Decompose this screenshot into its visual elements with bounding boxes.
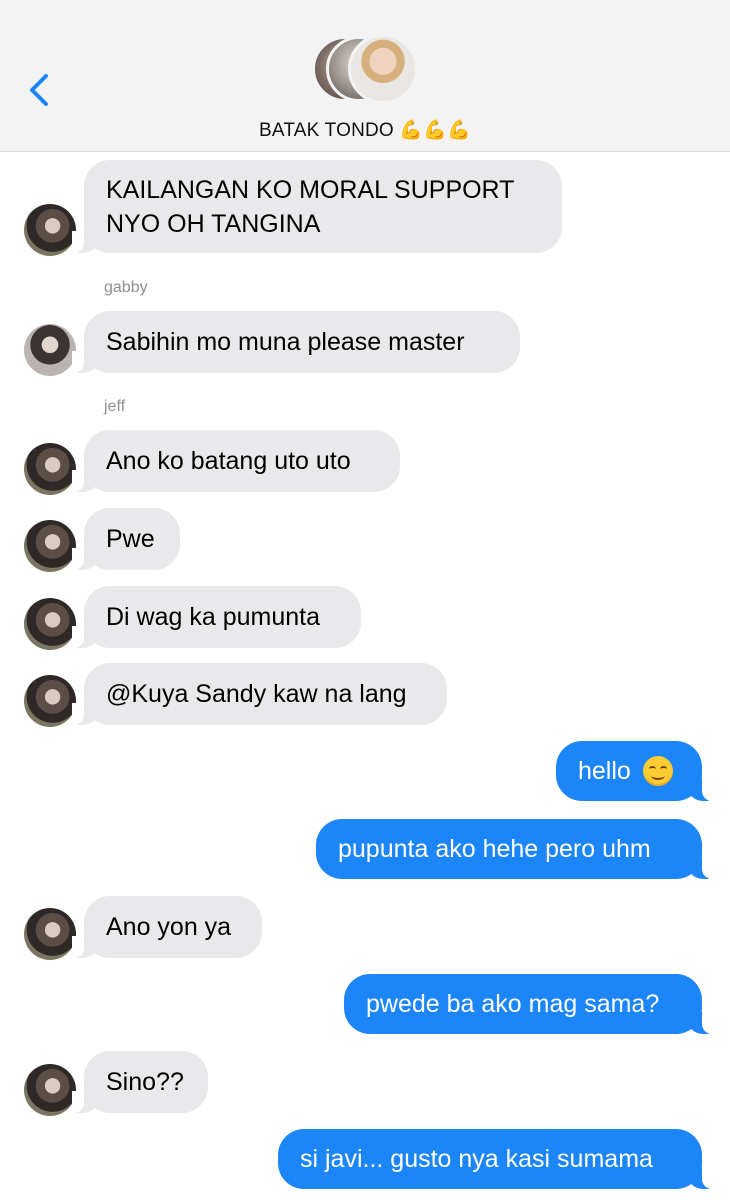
message-text: Ano ko batang uto uto bbox=[106, 447, 351, 475]
sender-name-label: gabby bbox=[104, 279, 148, 296]
message-bubble-incoming[interactable]: @Kuya Sandy kaw na lang bbox=[72, 663, 447, 725]
message-text: Pwe bbox=[106, 525, 155, 553]
group-name[interactable]: BATAK TONDO 💪💪💪 bbox=[0, 118, 730, 142]
message-bubble-outgoing[interactable]: pupunta ako hehe pero uhm bbox=[316, 819, 714, 879]
message-bubble-incoming[interactable]: KAILANGAN KO MORAL SUPPORT NYO OH TANGIN… bbox=[72, 160, 562, 253]
back-button[interactable] bbox=[24, 70, 58, 110]
message-text: hello bbox=[578, 757, 631, 785]
message-bubble-incoming[interactable]: Di wag ka pumunta bbox=[72, 586, 361, 648]
message-text: Sino?? bbox=[106, 1068, 184, 1096]
message-bubble-incoming[interactable]: Sino?? bbox=[72, 1051, 208, 1113]
sender-avatar[interactable] bbox=[24, 520, 76, 572]
group-avatar-stack[interactable] bbox=[312, 34, 422, 108]
sender-avatar[interactable] bbox=[24, 1064, 76, 1116]
message-bubble-incoming[interactable]: Sabihin mo muna please master bbox=[72, 311, 520, 373]
sender-avatar[interactable] bbox=[24, 598, 76, 650]
message-text: Ano yon ya bbox=[106, 913, 232, 941]
sender-name-label: jeff bbox=[104, 398, 126, 415]
message-text: si javi... gusto nya kasi sumama bbox=[300, 1145, 653, 1173]
message-text: NYO OH TANGINA bbox=[106, 209, 321, 238]
chevron-left-icon bbox=[30, 74, 48, 106]
sender-avatar[interactable] bbox=[24, 324, 76, 376]
smiling-face-icon bbox=[642, 756, 673, 786]
message-text: pwede ba ako mag sama? bbox=[366, 990, 660, 1018]
message-text: Sabihin mo muna please master bbox=[106, 328, 465, 356]
sender-avatar[interactable] bbox=[24, 908, 76, 960]
message-bubble-outgoing[interactable]: si javi... gusto nya kasi sumama bbox=[278, 1129, 714, 1189]
message-bubble-incoming[interactable]: Pwe bbox=[72, 508, 180, 570]
sender-avatar[interactable] bbox=[24, 204, 76, 256]
conversation-header: BATAK TONDO 💪💪💪 bbox=[0, 0, 730, 152]
message-bubble-outgoing[interactable]: pwede ba ako mag sama? bbox=[344, 974, 714, 1034]
message-text: @Kuya Sandy kaw na lang bbox=[106, 680, 407, 708]
message-text: pupunta ako hehe pero uhm bbox=[338, 835, 651, 863]
message-text: Di wag ka pumunta bbox=[106, 603, 321, 631]
message-bubble-incoming[interactable]: Ano ko batang uto uto bbox=[72, 430, 400, 492]
group-member-avatar bbox=[348, 34, 418, 104]
message-bubble-outgoing[interactable]: hello bbox=[556, 741, 714, 801]
message-bubble-incoming[interactable]: Ano yon ya bbox=[72, 896, 262, 958]
message-text: KAILANGAN KO MORAL SUPPORT bbox=[106, 175, 515, 204]
sender-avatar[interactable] bbox=[24, 443, 76, 495]
sender-avatar[interactable] bbox=[24, 675, 76, 727]
